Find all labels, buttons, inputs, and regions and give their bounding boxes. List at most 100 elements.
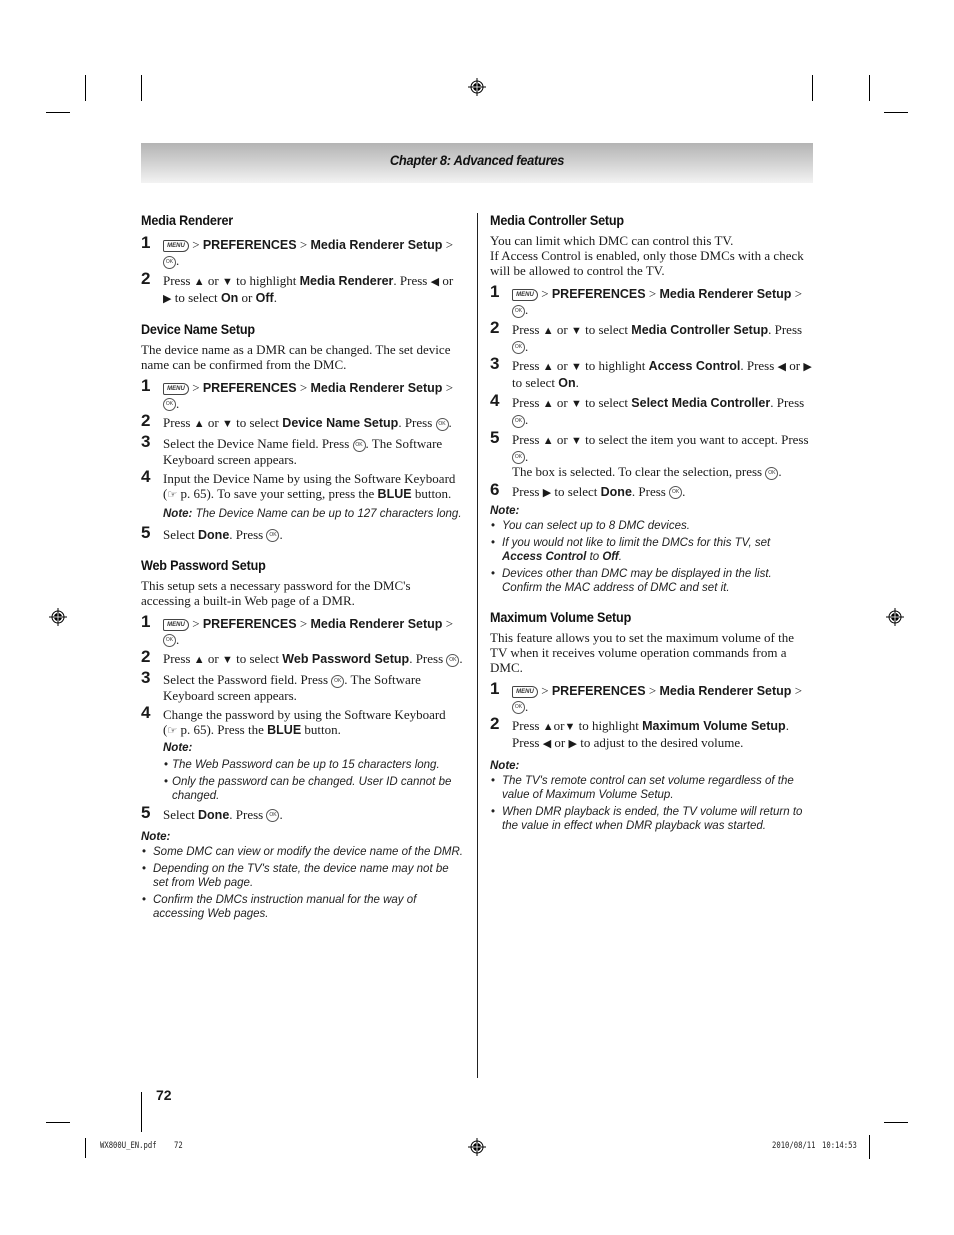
step-text: to select	[236, 651, 280, 667]
step-number: 2	[141, 411, 151, 431]
note-item: Devices other than DMC may be displayed …	[490, 567, 812, 595]
step-number: 2	[141, 268, 151, 288]
note-list: You can select up to 8 DMC devices. If y…	[490, 519, 812, 595]
ok-button-icon: OK	[435, 417, 449, 431]
crop-mark	[869, 1135, 870, 1159]
step-number: 5	[490, 427, 500, 447]
step-bold: BLUE	[377, 486, 412, 501]
crop-mark	[869, 75, 870, 101]
step-text: The box is selected. To clear the select…	[512, 464, 763, 480]
left-arrow-icon: ◀	[430, 275, 440, 288]
section-title: Media Renderer	[141, 212, 234, 228]
registration-mark-icon	[468, 1138, 486, 1156]
step-text: . Press	[393, 272, 428, 288]
step-text: to highlight	[585, 358, 646, 374]
section-intro: This setup sets a necessary password for…	[141, 577, 411, 608]
note-label: Note:	[141, 830, 171, 843]
note-label: Note:	[163, 507, 193, 520]
step-text: Select	[163, 526, 195, 542]
menu-path: Media Renderer Setup	[310, 380, 443, 395]
ok-button-icon: OK	[765, 466, 779, 480]
step-bold: On	[558, 376, 576, 391]
step-text: to highlight	[236, 272, 297, 288]
step-text: to select	[585, 321, 629, 337]
step-text: or	[207, 415, 219, 431]
step-text: or	[556, 358, 568, 374]
step: 2 Press ▲ or ▼ to highlight Media Render…	[141, 268, 463, 307]
step-text: or	[553, 718, 565, 734]
footer-file-name: WX800U_EN.pdf	[100, 1141, 157, 1151]
ok-button-icon: OK	[266, 529, 280, 543]
right-arrow-icon: ▶	[163, 292, 172, 305]
ok-button-icon: OK	[163, 398, 176, 412]
up-arrow-icon: ▲	[542, 434, 554, 447]
down-arrow-icon: ▼	[570, 324, 582, 337]
left-column: Media Renderer 1 MENU > PREFERENCES > Me…	[141, 212, 463, 935]
right-column: Media Controller Setup You can limit whi…	[490, 212, 812, 847]
step-text: or	[556, 431, 568, 447]
down-arrow-icon: ▼	[221, 418, 233, 431]
step-text: button.	[411, 485, 452, 501]
ok-button-icon: OK	[512, 701, 525, 715]
step: 6 Press ▶ to select Done. Press OK.	[490, 479, 686, 500]
step-text: Press	[512, 431, 540, 447]
note-label: Note:	[490, 760, 520, 773]
step: 2 Press ▲or▼ to highlight Maximum Volume…	[490, 715, 812, 752]
step-number: 2	[141, 647, 151, 667]
footer-file-page: 72	[174, 1141, 183, 1151]
note-item: Depending on the TV's state, the device …	[141, 862, 463, 890]
step-text: to highlight	[578, 718, 639, 734]
step-bold: On	[220, 290, 239, 305]
step-text: to select	[174, 289, 218, 305]
menu-path: Media Renderer Setup	[310, 238, 443, 252]
step-text: to select the item you want to accept. P…	[585, 431, 809, 447]
note-item: The TV's remote control can set volume r…	[490, 774, 812, 802]
step-text: . Press	[740, 358, 775, 374]
step: 3 Press ▲ or ▼ to highlight Access Contr…	[490, 354, 812, 391]
note-text: If you would not like to limit the DMCs …	[502, 536, 771, 549]
page-number: 72	[156, 1087, 172, 1103]
crop-mark	[141, 1092, 142, 1132]
step-text: or	[241, 289, 253, 305]
crop-mark	[85, 75, 86, 101]
step-text: Press	[512, 718, 540, 734]
up-arrow-icon: ▲	[542, 361, 554, 374]
step-number: 3	[141, 668, 151, 688]
note-item: Only the password can be changed. User I…	[163, 775, 463, 803]
step: 4 Input the Device Name by using the Sof…	[141, 468, 463, 521]
section-intro: You can limit which DMC can control this…	[490, 233, 734, 248]
crop-mark	[812, 75, 813, 101]
menu-path: PREFERENCES	[202, 238, 297, 252]
section-title: Device Name Setup	[141, 320, 255, 337]
inline-note: Note: The Device Name can be up to 127 c…	[163, 507, 463, 521]
step-text: p. 65). Press the	[177, 721, 264, 737]
step: 3 Select the Device Name field. Press OK…	[141, 433, 463, 467]
step-text: . Press	[229, 806, 264, 822]
step-text: .	[575, 375, 579, 391]
step-number: 3	[490, 354, 500, 374]
menu-path: Media Renderer Setup	[659, 287, 792, 301]
section-title: Maximum Volume Setup	[490, 608, 632, 625]
note-item: The Web Password can be up to 15 charact…	[163, 758, 463, 772]
step-number: 6	[490, 479, 500, 499]
step-bold: Maximum Volume Setup	[642, 719, 786, 734]
page-reference-icon: ☞	[167, 724, 178, 737]
step-text: . Press	[398, 415, 433, 431]
note-text: .	[618, 550, 622, 563]
registration-mark-icon	[886, 608, 904, 626]
step-text: Press	[512, 483, 540, 499]
up-arrow-icon: ▲	[193, 654, 205, 667]
crop-mark	[884, 1122, 908, 1123]
step-number: 1	[141, 611, 151, 631]
step-text: or	[442, 272, 454, 288]
up-arrow-icon: ▲	[542, 721, 554, 734]
ok-button-icon: OK	[163, 255, 176, 269]
right-arrow-icon: ▶	[542, 486, 552, 499]
step-text: to adjust to the desired volume.	[580, 735, 744, 751]
step-text: . Press	[229, 526, 264, 542]
step-text: Press	[512, 321, 540, 337]
menu-button-icon: MENU	[512, 685, 538, 698]
menu-path: PREFERENCES	[551, 287, 646, 301]
note-item: If you would not like to limit the DMCs …	[490, 536, 812, 564]
footer-date: 2010/08/11	[772, 1141, 816, 1151]
